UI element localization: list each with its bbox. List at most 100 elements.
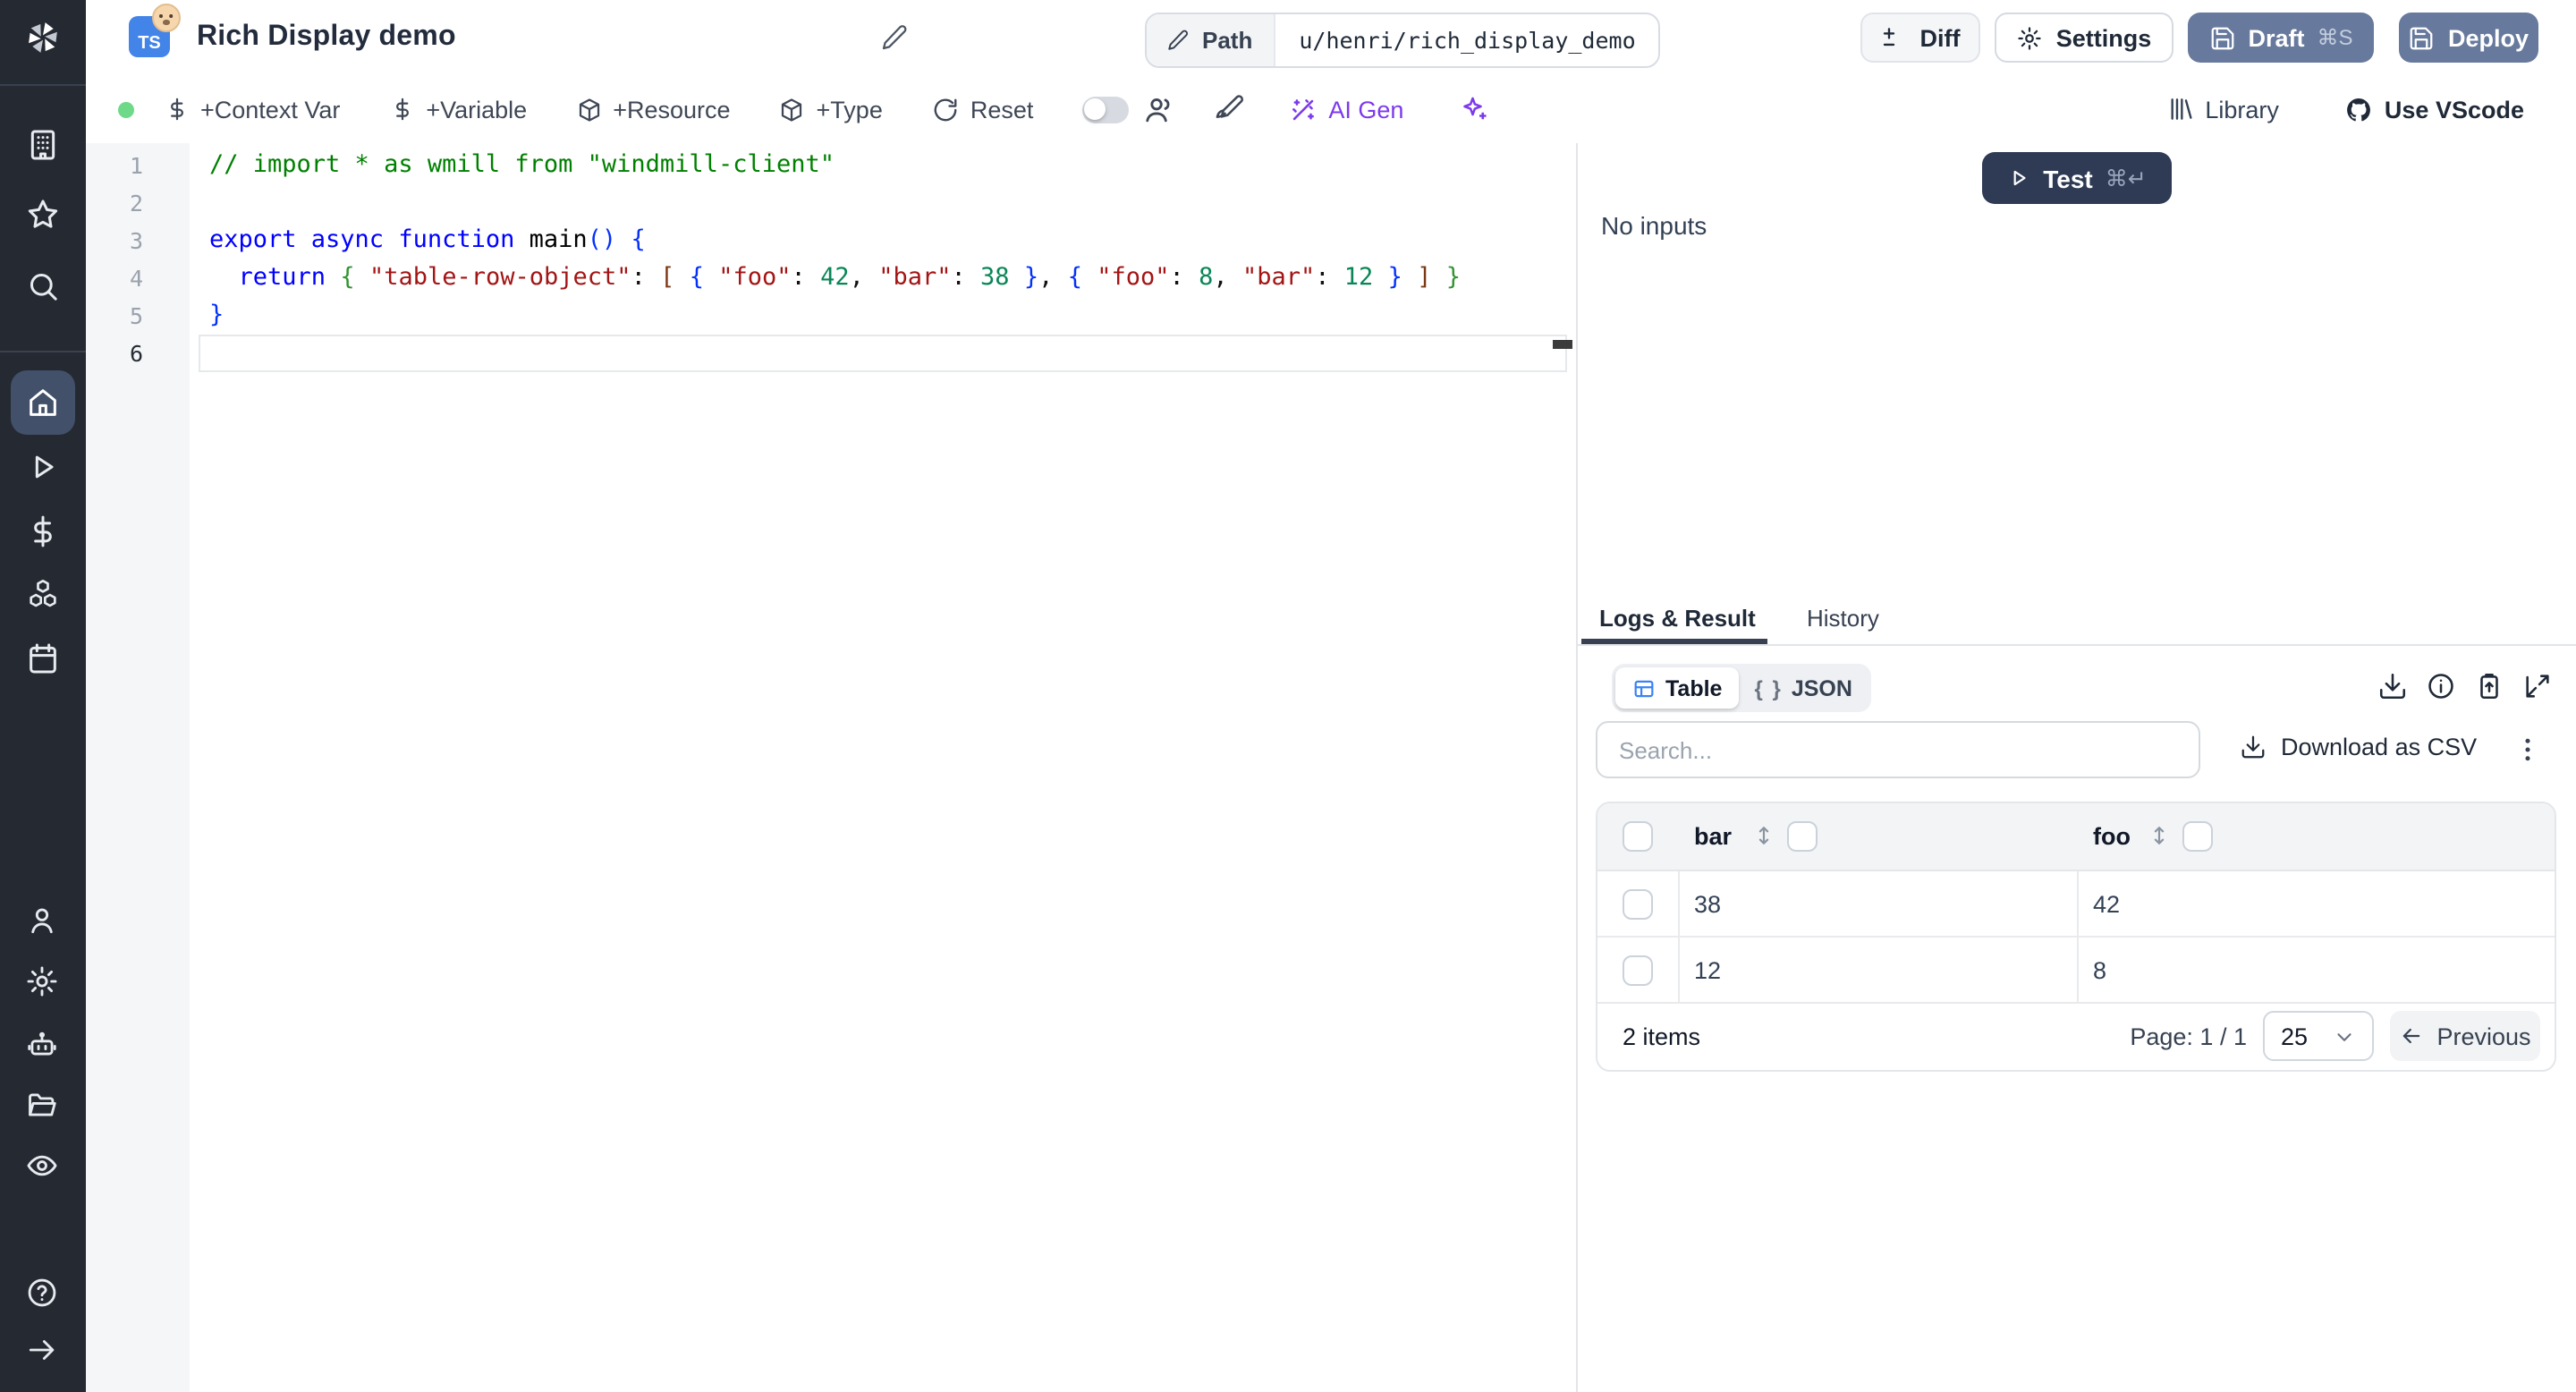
table-header-row: bar foo [1597,803,2555,871]
table-cell: 42 [2093,890,2121,917]
view-mode-table[interactable]: Table [1615,667,1739,709]
view-mode-json[interactable]: { } JSON [1738,667,1868,709]
result-tabs: Logs & Result History [1578,594,2576,646]
code-editor[interactable]: 1// import * as wmill from "windmill-cli… [86,143,1576,1392]
cubes-icon[interactable] [25,576,61,612]
add-type-button[interactable]: +Type [779,96,883,123]
tab-logs-result[interactable]: Logs & Result [1599,605,1756,632]
add-variable-button[interactable]: +Variable [390,96,527,123]
row-checkbox[interactable] [1623,955,1653,985]
code-line: 3 export async function main() { [86,222,1576,259]
diff-icon [1881,24,1908,51]
arrow-right-icon[interactable] [25,1333,61,1369]
overview-ruler-cursor-mark [1553,340,1572,349]
previous-page-button[interactable]: Previous [2390,1011,2540,1061]
view-mode-switch: Table { } JSON [1612,664,1872,712]
download-icon[interactable] [2377,671,2408,701]
page-title: Rich Display demo [197,21,456,51]
users-icon[interactable] [1142,92,1176,126]
search-input[interactable] [1596,721,2200,778]
dollar-icon[interactable] [25,514,61,549]
column-checkbox[interactable] [2182,821,2213,852]
path-control[interactable]: Path u/henri/rich_display_demo [1145,13,1661,68]
emoji-face-icon [152,4,181,32]
robot-icon[interactable] [25,1027,61,1063]
building-icon[interactable] [25,127,61,163]
test-shortcut: ⌘↵ [2105,166,2147,191]
path-label: Path [1202,27,1253,54]
result-table: bar foo 38 42 12 8 2 items Page: 1 / 1 25 [1596,802,2556,1072]
column-checkbox[interactable] [1787,821,1818,852]
select-all-checkbox[interactable] [1623,821,1653,852]
gear-icon [2017,24,2044,51]
download-icon [2241,735,2265,759]
table-footer: 2 items Page: 1 / 1 25 Previous [1597,1004,2555,1070]
line-number: 4 [129,265,143,292]
tab-history[interactable]: History [1807,605,1879,632]
library-button[interactable]: Library [2165,95,2279,123]
edit-title-pencil-icon[interactable] [880,23,909,52]
code-lines: 1// import * as wmill from "windmill-cli… [86,147,1576,372]
page-size-select[interactable]: 25 [2263,1011,2374,1061]
column-header[interactable]: foo [2093,823,2131,850]
settings-button[interactable]: Settings [1995,13,2174,63]
use-vscode-button[interactable]: Use VScode [2343,94,2524,124]
table-cell: 38 [1680,871,2079,936]
ai-gen-button[interactable]: AI Gen [1287,94,1403,124]
arrow-left-icon [2403,1028,2420,1044]
sort-icon[interactable] [2147,823,2172,848]
paintbrush-icon[interactable] [1212,93,1244,125]
top-header: TS Rich Display demo Path u/henri/rich_d… [86,0,2576,77]
play-icon [2007,166,2030,190]
column-header[interactable]: bar [1694,823,1732,850]
user-icon[interactable] [25,904,61,939]
toggle-switch[interactable] [1081,96,1129,123]
sidebar-divider [0,351,86,352]
play-icon[interactable] [25,449,61,485]
calendar-icon[interactable] [25,641,61,676]
test-button[interactable]: Test ⌘↵ [1982,152,2172,204]
sparkles-icon[interactable] [1457,93,1489,125]
row-checkbox[interactable] [1623,888,1653,919]
help-icon[interactable] [25,1276,61,1311]
code-line: 2 [86,184,1576,222]
editor-toolbar: +Context Var +Variable +Resource +Type R… [86,75,2576,145]
expand-icon[interactable] [2522,671,2553,701]
info-icon[interactable] [2426,671,2456,701]
gear-icon[interactable] [25,964,61,1000]
braces-icon: { } [1754,675,1783,700]
home-icon[interactable] [11,370,75,435]
chevron-down-icon [2337,1032,2351,1040]
star-icon[interactable] [25,197,61,233]
no-inputs-label: No inputs [1601,211,1707,240]
search-icon[interactable] [25,268,61,304]
run-panel: Test ⌘↵ No inputs Logs & Result History … [1578,143,2576,1392]
draft-shortcut: ⌘S [2317,25,2353,50]
line-number: 6 [129,340,143,367]
eye-icon[interactable] [25,1149,61,1184]
pencil-icon [1166,29,1190,52]
page-label: Page: 1 / 1 [2130,1023,2247,1050]
clipboard-copy-icon[interactable] [2474,671,2504,701]
save-draft-button[interactable]: Draft ⌘S [2188,13,2374,63]
line-number: 5 [129,302,143,329]
table-row: 12 8 [1597,938,2555,1004]
folder-icon[interactable] [25,1088,61,1124]
line-number: 1 [129,152,143,179]
deploy-button[interactable]: Deploy [2399,13,2538,63]
code-line: 4 return { "table-row-object": [ { "foo"… [86,259,1576,297]
more-options-kebab-icon[interactable] [2512,734,2544,766]
diff-button[interactable]: Diff [1860,13,1980,63]
reset-button[interactable]: Reset [933,96,1033,123]
sort-icon[interactable] [1751,823,1776,848]
path-value[interactable]: u/henri/rich_display_demo [1275,14,1658,66]
code-line: 6 [86,335,1576,372]
add-context-var-button[interactable]: +Context Var [165,96,340,123]
download-csv-button[interactable]: Download as CSV [2240,734,2477,760]
code-line: 5} [86,297,1576,335]
items-count: 2 items [1623,1023,1701,1050]
typescript-badge-icon: TS [129,4,181,57]
windmill-logo-icon[interactable] [23,18,63,57]
add-resource-button[interactable]: +Resource [575,96,731,123]
status-dot [118,101,134,117]
